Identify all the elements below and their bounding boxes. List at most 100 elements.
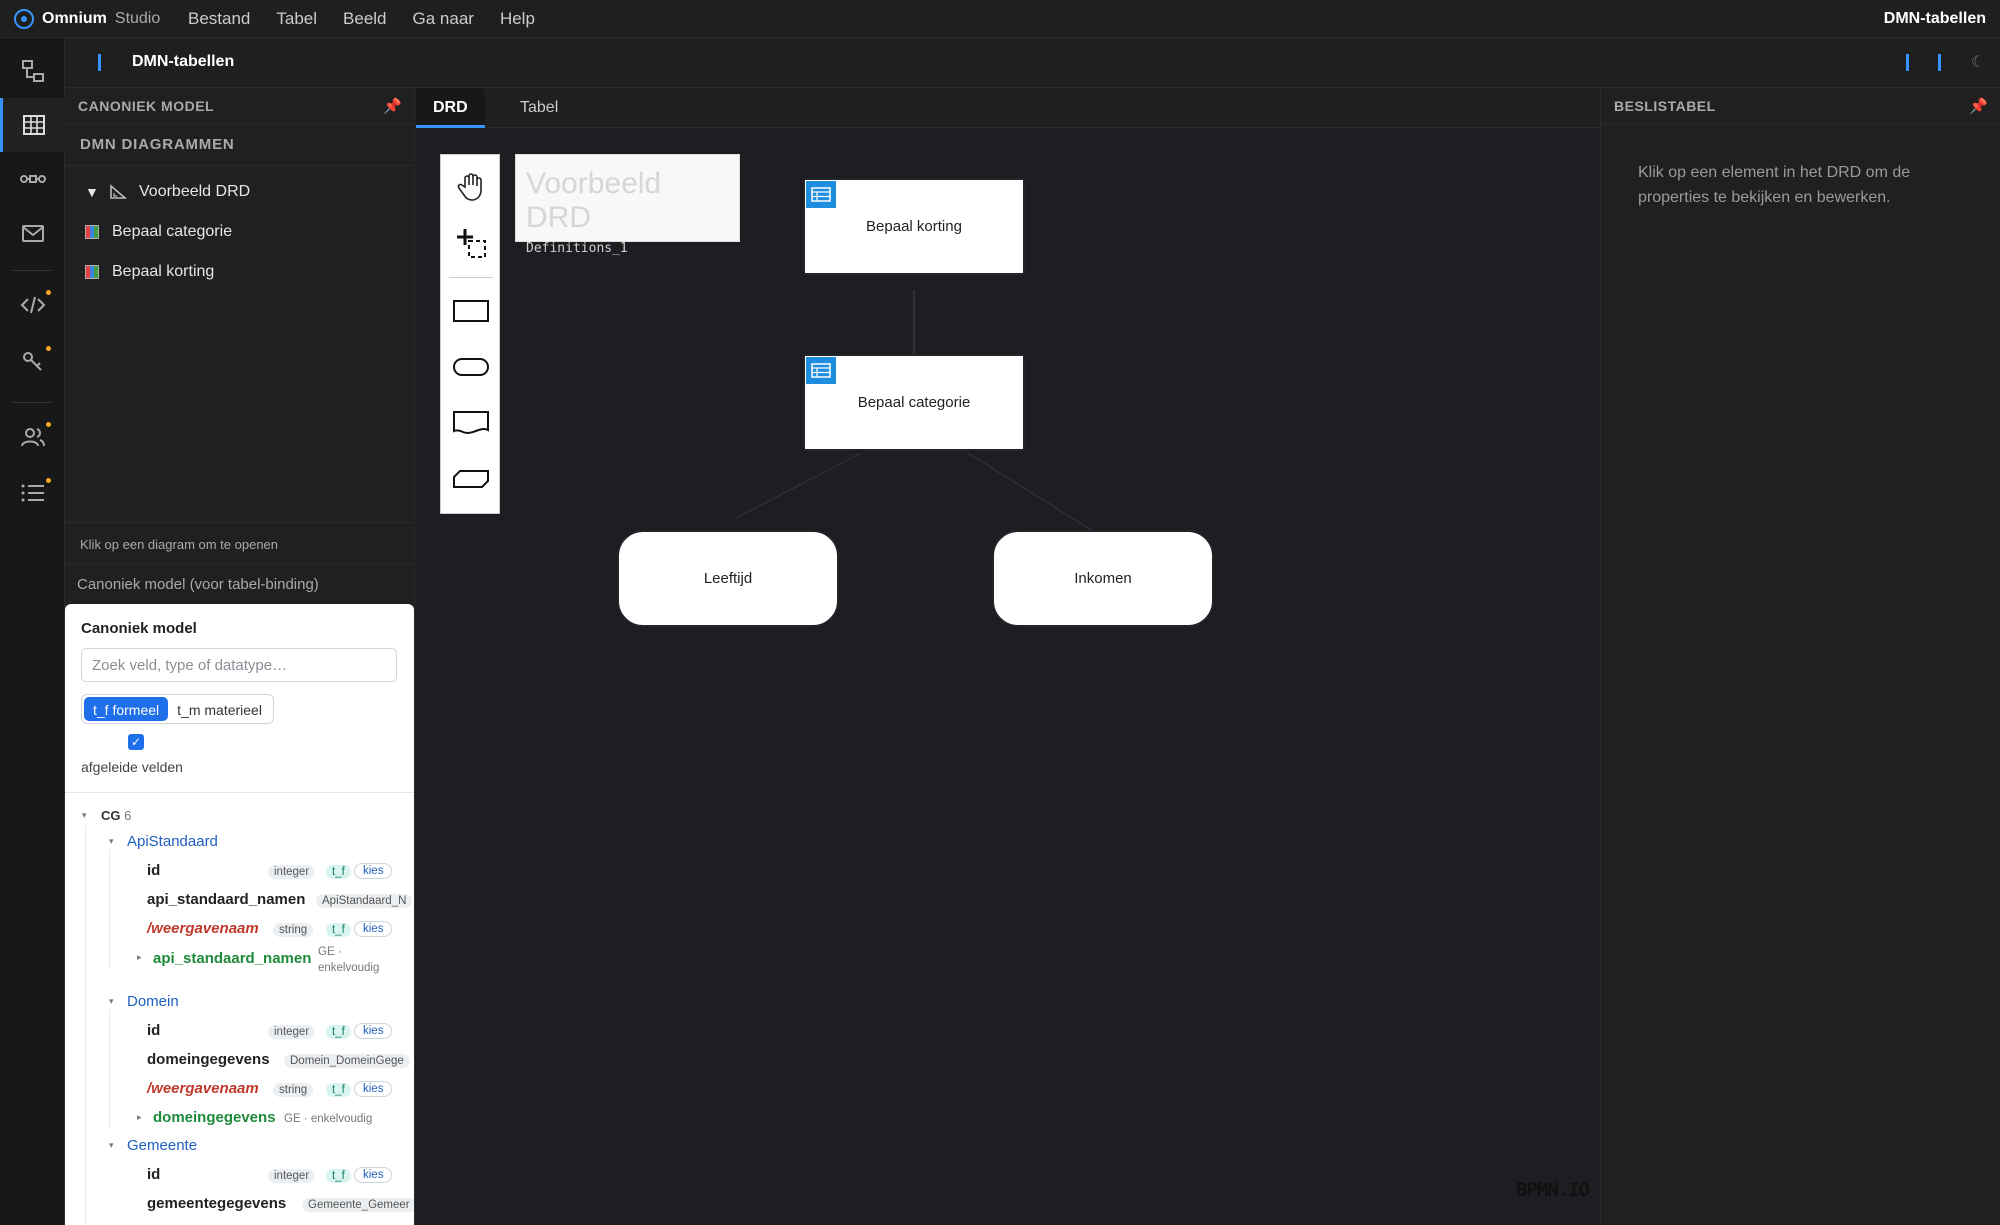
kies-button[interactable]: kies (354, 1167, 393, 1183)
pin-icon[interactable]: 📌 (1969, 97, 1988, 115)
theme-toggle-icon[interactable]: ☾ (1971, 52, 1985, 72)
pin-icon[interactable]: 📌 (383, 97, 402, 115)
kies-button[interactable]: kies (354, 1081, 393, 1097)
field-name: gemeentegegevens (147, 1195, 287, 1212)
code-badge-dot (46, 290, 51, 295)
canon-model-card: Canoniek model t_f formeel t_m materieel… (65, 604, 414, 1225)
field-name: domeingegevens (147, 1051, 270, 1068)
input-data-inkomen[interactable]: Inkomen (992, 530, 1214, 627)
expand-caret-icon[interactable]: ▸ (137, 1112, 142, 1123)
decision-table-icon (806, 357, 836, 384)
open-diagram-hint: Klik op een diagram om te openen (65, 522, 415, 564)
right-panel: BESLISTABEL 📌 Klik op een element in het… (1600, 88, 2000, 1225)
menu-tabel[interactable]: Tabel (263, 9, 330, 29)
editor-title: DMN-tabellen (132, 53, 235, 70)
knowledge-source-shape-icon (453, 411, 489, 434)
field-name: id (147, 1022, 161, 1039)
create-knowledge-source-tool[interactable] (441, 395, 501, 451)
decision-bepaal-korting[interactable]: Bepaal korting (803, 178, 1025, 275)
kies-button[interactable]: kies (354, 921, 393, 937)
type-tag: Domein_DomeinGege (284, 1054, 410, 1068)
activity-users[interactable] (0, 410, 65, 464)
decision-label: Bepaal categorie (857, 394, 971, 411)
split-toggle-icon[interactable] (1938, 54, 1941, 71)
derived-field-name: /weergavenaam (147, 1080, 259, 1097)
create-bkm-tool[interactable] (441, 451, 501, 507)
header-accent-marker (98, 54, 101, 71)
canon-search-input[interactable] (81, 648, 397, 682)
canon-section-header[interactable]: Canoniek model (voor tabel-binding) (65, 564, 415, 604)
bkm-shape-icon (453, 470, 489, 488)
tree-item-label: Bepaal categorie (112, 223, 233, 240)
activity-tables[interactable] (0, 98, 65, 152)
connection-layer (735, 290, 1097, 534)
decision-bepaal-categorie[interactable]: Bepaal categorie (803, 354, 1025, 451)
activity-bar (0, 38, 65, 1225)
activity-diagram[interactable] (0, 44, 65, 98)
derived-fields-checkbox[interactable]: ✓ (128, 734, 144, 750)
tree-item-bepaal-categorie[interactable]: Bepaal categorie (85, 212, 414, 252)
entity-gemeente[interactable]: Gemeente (127, 1137, 197, 1154)
tree-item-bepaal-korting[interactable]: Bepaal korting (85, 252, 414, 292)
drd-definitions-box[interactable]: Voorbeeld DRD Definitions_1 (515, 154, 740, 256)
tf-tag: t_f (326, 923, 351, 937)
omnium-logo-icon (14, 8, 34, 29)
bpmn-io-watermark[interactable]: BPMN.IO (1516, 1179, 1590, 1201)
reference-field-name[interactable]: api_standaard_namen (153, 950, 311, 967)
activity-keys[interactable] (0, 334, 65, 388)
tab-drd[interactable]: DRD (416, 88, 485, 128)
toggle-materieel[interactable]: t_m materieel (168, 697, 271, 721)
type-tag: ApiStandaard_N (316, 894, 413, 908)
input-data-leeftijd[interactable]: Leeftijd (617, 530, 839, 627)
collapse-caret-icon[interactable]: ▾ (109, 996, 114, 1007)
create-decision-tool[interactable] (441, 283, 501, 339)
collapse-caret-icon[interactable]: ▾ (82, 810, 87, 821)
brand-sub: Studio (114, 9, 161, 27)
hand-tool[interactable] (441, 159, 501, 215)
menu-beeld[interactable]: Beeld (330, 9, 399, 29)
activity-flow[interactable] (0, 152, 65, 206)
collapse-caret-icon[interactable]: ▾ (109, 1140, 114, 1151)
menu-ga-naar[interactable]: Ga naar (400, 9, 487, 29)
activity-list[interactable] (0, 466, 65, 520)
expand-caret-icon[interactable]: ▼ (85, 184, 99, 200)
left-panel: CANONIEK MODEL 📌 DMN DIAGRAMMEN ▼ Voorbe… (65, 88, 415, 1225)
decision-table-icon (806, 181, 836, 208)
type-tag: string (273, 1083, 314, 1097)
menu-help[interactable]: Help (487, 9, 548, 29)
editor-header: DMN-tabellen ☾ (65, 38, 2000, 88)
decision-table-icon (85, 225, 99, 239)
decision-table-icon (85, 265, 99, 279)
collapse-caret-icon[interactable]: ▾ (109, 836, 114, 847)
menu-bestand[interactable]: Bestand (175, 9, 263, 29)
tree-item-drd[interactable]: ▼ Voorbeeld DRD (85, 172, 414, 212)
tf-tag: t_f (326, 1025, 351, 1039)
layout-toggle-icon[interactable] (1906, 54, 1909, 71)
kies-button[interactable]: kies (354, 1023, 393, 1039)
drd-canvas[interactable]: Voorbeeld DRD Definitions_1 Bepaal korti… (416, 128, 1600, 1225)
brand: Omnium Studio (0, 8, 175, 29)
type-tag: integer (268, 865, 316, 879)
reference-field-name[interactable]: domeingegevens (153, 1109, 276, 1126)
brand-name: Omnium (42, 9, 107, 27)
type-tag: integer (268, 1025, 316, 1039)
drd-icon (110, 184, 127, 199)
properties-hint: Klik op een element in het DRD om de pro… (1638, 164, 1911, 206)
group-cg[interactable]: CG 6 (101, 808, 131, 823)
create-input-data-tool[interactable] (441, 339, 501, 395)
hierarchy-icon (21, 60, 44, 82)
hand-icon (457, 173, 482, 201)
tf-tag: t_f (326, 1083, 351, 1097)
menu-bar: Omnium Studio Bestand Tabel Beeld Ga naa… (0, 0, 2000, 38)
entity-domein[interactable]: Domein (127, 993, 179, 1010)
activity-messages[interactable] (0, 206, 65, 260)
activity-code[interactable] (0, 278, 65, 332)
lasso-tool[interactable] (441, 215, 501, 271)
type-tag: Gemeente_Gemeer (302, 1198, 414, 1212)
entity-apistandaard[interactable]: ApiStandaard (127, 833, 218, 850)
kies-button[interactable]: kies (354, 863, 393, 879)
expand-caret-icon[interactable]: ▸ (137, 952, 142, 963)
tf-tag: t_f (326, 1169, 351, 1183)
toggle-formeel[interactable]: t_f formeel (84, 697, 169, 721)
tab-tabel[interactable]: Tabel (503, 88, 575, 128)
